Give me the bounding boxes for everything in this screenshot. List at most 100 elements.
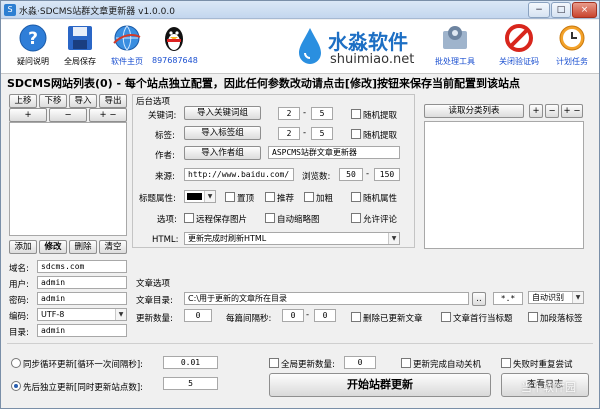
attr-bold-checkbox[interactable]: 加粗 (304, 192, 333, 204)
tag-random-checkbox[interactable]: 随机提取 (351, 129, 397, 141)
move-down-button[interactable]: 下移 (39, 94, 67, 108)
move-up-button[interactable]: 上移 (9, 94, 37, 108)
category-list-box[interactable] (424, 121, 584, 249)
global-count-field[interactable]: 0 (344, 356, 376, 369)
article-dir-label: 文章目录: (136, 296, 173, 306)
sync-interval-field[interactable]: 0.01 (163, 356, 218, 369)
import-tags-button[interactable]: 导入标签组 (184, 126, 261, 140)
attr-recommend-checkbox[interactable]: 推荐 (265, 192, 294, 204)
views-range-dash: - (366, 169, 370, 179)
user-label: 用户: (9, 280, 29, 290)
article-directory-field[interactable]: C:\用于更新的文章所在目录 (184, 292, 469, 305)
file-pattern-field[interactable]: *.* (493, 292, 523, 305)
encoding-select[interactable]: UTF-8 ▼ (37, 308, 127, 321)
html-refresh-select[interactable]: 更新完成时刷新HTML ▼ (184, 232, 400, 245)
interval-max-field[interactable]: 0 (314, 309, 336, 322)
brand-name-en: shuimiao.net (330, 52, 415, 67)
chevron-down-icon: ▼ (388, 233, 399, 244)
minimize-button[interactable]: − (528, 2, 550, 18)
independent-update-radio[interactable]: 先后独立更新[同时更新站点数]: (11, 381, 143, 393)
keyword-max-field[interactable]: 5 (311, 107, 333, 120)
import-button[interactable]: 导入 (69, 94, 97, 108)
clock-icon (559, 25, 585, 51)
concurrent-sites-field[interactable]: 5 (163, 377, 218, 390)
disable-captcha-tool-button[interactable]: 关闭验证码 (497, 23, 541, 73)
global-count-checkbox[interactable]: 全局更新数量: (269, 358, 335, 370)
read-category-list-button[interactable]: 读取分类列表 (424, 104, 524, 118)
keyword-min-field[interactable]: 2 (278, 107, 300, 120)
list-add-small-button[interactable]: + (9, 108, 47, 122)
maximize-button[interactable]: □ (551, 2, 571, 18)
schedule-tool-button[interactable]: 计划任务 (550, 23, 594, 73)
category-add-button[interactable]: + (529, 104, 543, 118)
views-max-field[interactable]: 150 (374, 168, 400, 181)
source-url-field[interactable]: http://www.baidu.com/ (184, 168, 294, 181)
import-keywords-button[interactable]: 导入关键词组 (184, 106, 261, 120)
admin-directory-field[interactable]: admin (37, 324, 127, 337)
category-remove-button[interactable]: − (545, 104, 559, 118)
help-tool-button[interactable]: ? 疑问说明 (11, 23, 55, 73)
views-min-field[interactable]: 50 (339, 168, 363, 181)
allow-comments-checkbox[interactable]: 允许评论 (351, 213, 397, 225)
app-window: S 水淼·SDCMS站群文章更新器 v1.0.0.0 − □ × ? 疑问说明 … (0, 0, 600, 409)
close-button[interactable]: × (572, 2, 597, 18)
paragraph-tag-checkbox[interactable]: 加段落标签 (528, 312, 583, 324)
encoding-label: 编码: (9, 312, 29, 322)
import-authors-button[interactable]: 导入作者组 (184, 146, 261, 160)
title-bar[interactable]: S 水淼·SDCMS站群文章更新器 v1.0.0.0 − □ × (1, 1, 599, 19)
title-color-select[interactable]: ▼ (184, 190, 216, 203)
remote-save-images-checkbox[interactable]: 远程保存图片 (184, 213, 247, 225)
encoding-detect-select[interactable]: 自动识别 ▼ (528, 291, 584, 304)
interval-min-field[interactable]: 0 (282, 309, 304, 322)
interval-range-dash: - (306, 310, 310, 320)
tag-max-field[interactable]: 5 (311, 127, 333, 140)
delete-site-button[interactable]: 删除 (69, 240, 97, 254)
list-toggle-small-button[interactable]: + − (89, 108, 127, 122)
author-field[interactable]: ASPCMS站群文章更新器 (268, 146, 400, 159)
source-label: 来源: (155, 172, 175, 182)
retry-on-fail-checkbox[interactable]: 失败时重复尝试 (501, 358, 573, 370)
first-line-title-checkbox[interactable]: 文章首行当标题 (441, 312, 513, 324)
export-button[interactable]: 导出 (99, 94, 127, 108)
keyword-random-checkbox[interactable]: 随机提取 (351, 109, 397, 121)
brand-logo: 水淼软件 shuimiao.net (296, 24, 456, 70)
title-attribute-label: 标题属性: (139, 194, 176, 204)
site-list-headline: SDCMS网站列表(0) - 每个站点独立配置，因此任何参数改动请点击[修改]按… (7, 77, 520, 90)
user-field[interactable]: admin (37, 276, 127, 289)
update-count-field[interactable]: 0 (184, 309, 212, 322)
qq-penguin-icon (165, 27, 183, 51)
homepage-tool-button[interactable]: 软件主页 (105, 23, 149, 73)
delete-updated-checkbox[interactable]: 删除已更新文章 (351, 312, 423, 324)
list-remove-small-button[interactable]: − (49, 108, 87, 122)
site-list-box[interactable] (9, 122, 127, 236)
color-swatch (187, 193, 202, 200)
browse-directory-button[interactable]: .. (472, 292, 486, 306)
water-drop-logo-icon (299, 28, 321, 64)
domain-label: 域名: (9, 264, 29, 274)
add-site-button[interactable]: 添加 (9, 240, 37, 254)
tag-min-field[interactable]: 2 (278, 127, 300, 140)
auto-shutdown-checkbox[interactable]: 更新完成自动关机 (401, 358, 481, 370)
domain-field[interactable]: sdcms.com (37, 260, 127, 273)
attr-top-checkbox[interactable]: 置顶 (225, 192, 254, 204)
start-update-button[interactable]: 开始站群更新 (269, 373, 491, 397)
author-label: 作者: (155, 151, 175, 161)
password-field[interactable]: admin (37, 292, 127, 305)
directory-label: 目录: (9, 328, 29, 338)
no-entry-icon (505, 24, 533, 52)
modify-site-button[interactable]: 修改 (39, 240, 67, 254)
chevron-down-icon: ▼ (572, 292, 583, 303)
batch-tool-button[interactable]: 批处理工具 (433, 23, 477, 73)
global-save-tool-button[interactable]: 全局保存 (58, 23, 102, 73)
attr-random-checkbox[interactable]: 随机属性 (351, 192, 397, 204)
globe-icon (113, 25, 141, 51)
article-options-title: 文章选项 (136, 279, 171, 289)
auto-thumbnail-checkbox[interactable]: 自动缩略图 (265, 213, 320, 225)
watermark-text: 当下软件园 (521, 381, 576, 394)
window-title: 水淼·SDCMS站群文章更新器 v1.0.0.0 (19, 7, 175, 17)
clear-sites-button[interactable]: 清空 (99, 240, 127, 254)
category-toggle-button[interactable]: + − (561, 104, 583, 118)
sync-loop-radio[interactable]: 同步循环更新[循环一次间隔秒]: (11, 358, 143, 370)
floppy-save-icon (68, 26, 92, 50)
qq-contact-tool-button[interactable]: 897687648 (152, 23, 198, 73)
